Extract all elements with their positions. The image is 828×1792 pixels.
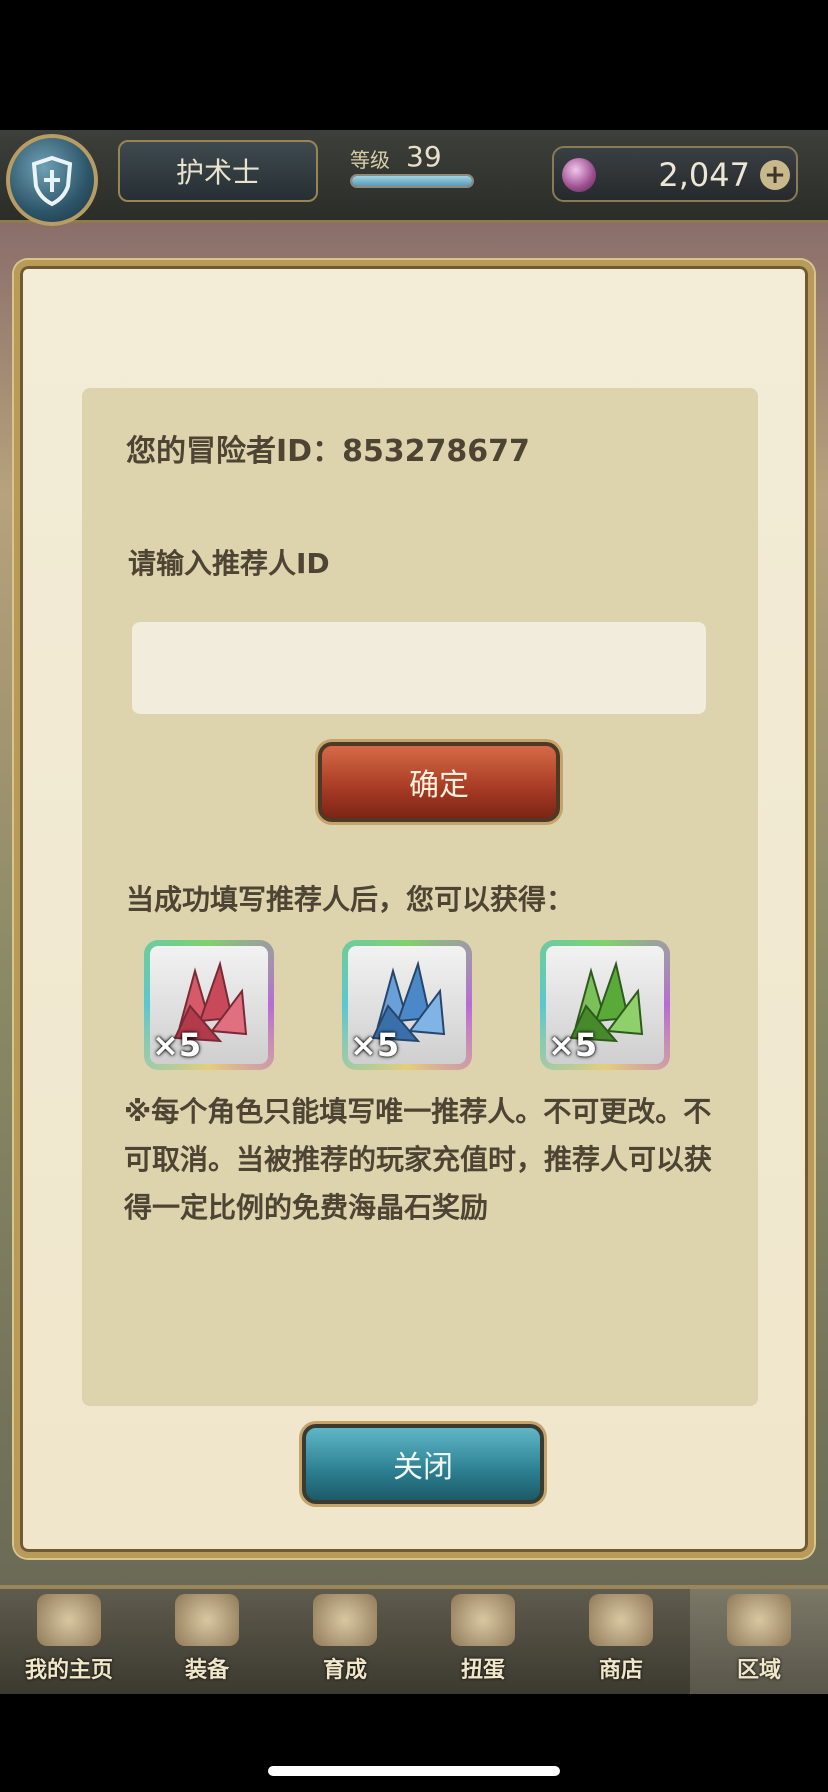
bottom-navigation: 我的主页 装备 育成 扭蛋 商店 区域 <box>0 1585 828 1694</box>
nav-label: 区域 <box>736 1658 781 1683</box>
referral-dialog: 您的冒险者ID：853278677 请输入推荐人ID 确定 当成功填写推荐人后，… <box>14 260 814 1558</box>
class-name-plate: 护术士 <box>118 140 318 202</box>
nav-item-equipment[interactable]: 装备 <box>138 1589 276 1694</box>
reward-item-blue-crystal: ×5 <box>342 940 472 1070</box>
scroll-icon <box>37 1594 101 1646</box>
helmet-icon <box>175 1594 239 1646</box>
reward-quantity: ×5 <box>152 1026 202 1064</box>
crystal-gem-icon <box>562 158 596 192</box>
shield-emblem-icon[interactable] <box>6 134 98 226</box>
nav-label: 我的主页 <box>24 1658 113 1683</box>
reward-quantity: ×5 <box>350 1026 400 1064</box>
adventurer-id-text: 您的冒险者ID：853278677 <box>126 434 530 469</box>
confirm-button-label: 确定 <box>409 768 469 803</box>
shop-icon <box>589 1594 653 1646</box>
plus-icon: + <box>764 160 786 190</box>
gacha-icon <box>451 1594 515 1646</box>
globe-icon <box>727 1594 791 1646</box>
add-currency-button[interactable]: + <box>760 160 790 190</box>
currency-amount: 2,047 <box>658 156 750 194</box>
nav-item-shop[interactable]: 商店 <box>552 1589 690 1694</box>
level-indicator: 等级 39 <box>340 140 480 196</box>
sword-icon <box>313 1594 377 1646</box>
referrer-id-input[interactable] <box>132 622 706 714</box>
dialog-content-panel: 您的冒险者ID：853278677 请输入推荐人ID 确定 当成功填写推荐人后，… <box>82 388 758 1406</box>
nav-label: 装备 <box>184 1658 229 1683</box>
reward-item-green-crystal: ×5 <box>540 940 670 1070</box>
close-button[interactable]: 关闭 <box>302 1424 544 1504</box>
level-label: 等级 <box>350 148 390 172</box>
level-progress-bar <box>350 174 474 188</box>
nav-item-region[interactable]: 区域 <box>690 1589 828 1694</box>
referral-note: ※每个角色只能填写唯一推荐人。不可更改。不可取消。当被推荐的玩家充值时，推荐人可… <box>124 1095 713 1224</box>
confirm-button[interactable]: 确定 <box>318 742 560 822</box>
nav-item-gacha[interactable]: 扭蛋 <box>414 1589 552 1694</box>
nav-item-training[interactable]: 育成 <box>276 1589 414 1694</box>
currency-display: 2,047 + <box>552 146 798 202</box>
close-button-label: 关闭 <box>393 1450 453 1485</box>
reward-title: 当成功填写推荐人后，您可以获得： <box>126 883 575 916</box>
reward-item-red-crystal: ×5 <box>144 940 274 1070</box>
nav-item-home[interactable]: 我的主页 <box>0 1589 138 1694</box>
nav-label: 扭蛋 <box>460 1658 505 1683</box>
class-name: 护术士 <box>175 156 260 189</box>
nav-label: 商店 <box>598 1658 643 1683</box>
level-progress-fill <box>352 176 472 186</box>
nav-label: 育成 <box>322 1658 367 1683</box>
home-indicator[interactable] <box>268 1766 560 1776</box>
level-value: 39 <box>406 140 442 173</box>
referrer-id-prompt: 请输入推荐人ID <box>128 547 330 580</box>
reward-quantity: ×5 <box>548 1026 598 1064</box>
